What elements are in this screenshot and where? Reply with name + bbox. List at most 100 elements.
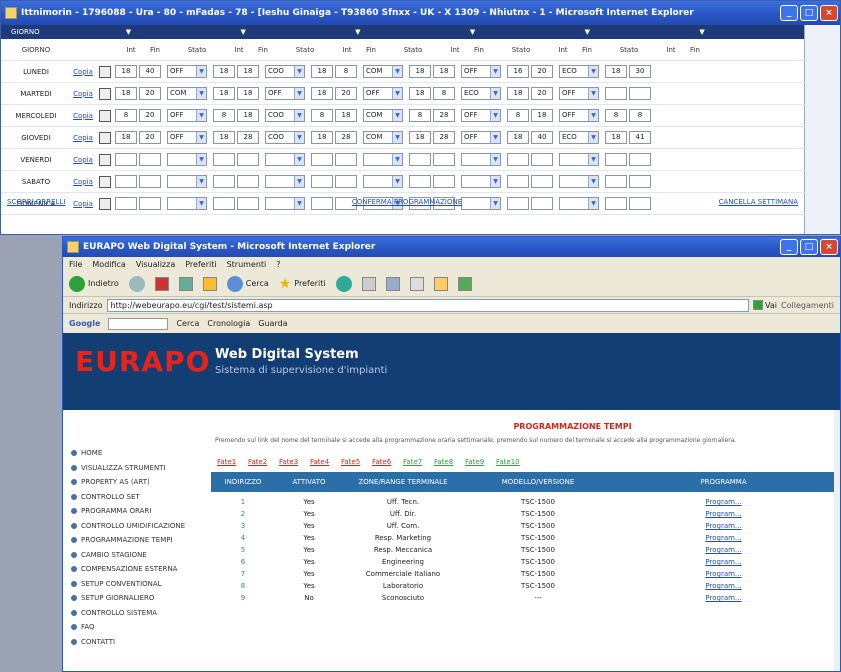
time-input[interactable]	[237, 153, 259, 166]
favorites-button[interactable]: ★ Preferiti	[279, 276, 326, 292]
menu-view[interactable]: Visualizza	[136, 260, 175, 269]
mode-select[interactable]: ▼	[363, 153, 403, 166]
mode-select[interactable]: OFF ▼	[265, 87, 305, 100]
time-input[interactable]: 18	[507, 87, 529, 100]
page-scrollbar[interactable]	[834, 410, 840, 671]
time-input[interactable]	[409, 175, 431, 188]
time-input[interactable]: 18	[213, 87, 235, 100]
nav-item[interactable]: CONTROLLO SET	[63, 490, 211, 505]
nav-item[interactable]: HOME	[63, 446, 211, 461]
google-search-input[interactable]	[108, 317, 169, 330]
program-link[interactable]: Program...	[705, 558, 741, 566]
time-input[interactable]	[335, 153, 357, 166]
nav-item[interactable]: SETUP GIORNALIERO	[63, 591, 211, 606]
mail-icon[interactable]	[385, 276, 400, 291]
time-input[interactable]: 8	[605, 109, 627, 122]
time-input[interactable]	[531, 153, 553, 166]
clear-week-link[interactable]: CANCELLA SETTIMANA	[567, 198, 806, 210]
nav-item[interactable]: CONTATTI	[63, 635, 211, 650]
links-label[interactable]: Collegamenti	[781, 301, 834, 310]
time-input[interactable]: 41	[629, 131, 651, 144]
time-input[interactable]: 18	[237, 109, 259, 122]
mode-select[interactable]: OFF ▼	[559, 87, 599, 100]
room-link[interactable]: Fate5	[341, 458, 372, 466]
time-input[interactable]: 20	[531, 65, 553, 78]
time-input[interactable]: 8	[311, 109, 333, 122]
nav-item[interactable]: PROPERTY AS (ART)	[63, 475, 211, 490]
minimize-button[interactable]: _	[780, 239, 798, 255]
google-search-button[interactable]: Cerca	[176, 319, 199, 328]
copy-link[interactable]: Copia	[71, 178, 95, 186]
paste-checkbox[interactable]	[99, 109, 111, 122]
time-input[interactable]	[409, 153, 431, 166]
time-input[interactable]: 20	[531, 87, 553, 100]
mode-select[interactable]: OFF ▼	[363, 87, 403, 100]
room-link[interactable]: Fate3	[279, 458, 310, 466]
time-input[interactable]	[629, 153, 651, 166]
time-input[interactable]: 28	[237, 131, 259, 144]
mode-select[interactable]: ▼	[265, 175, 305, 188]
time-input[interactable]	[507, 153, 529, 166]
mode-select[interactable]: ▼	[167, 153, 207, 166]
mode-select[interactable]: ▼	[265, 153, 305, 166]
google-watch-button[interactable]: Guarda	[258, 319, 287, 328]
time-input[interactable]	[237, 175, 259, 188]
room-link[interactable]: Fate4	[310, 458, 341, 466]
mode-select[interactable]: OFF ▼	[167, 131, 207, 144]
time-input[interactable]: 18	[311, 65, 333, 78]
mode-select[interactable]: OFF ▼	[461, 109, 501, 122]
time-input[interactable]	[311, 175, 333, 188]
time-input[interactable]: 18	[507, 131, 529, 144]
nav-item[interactable]: PROGRAMMAZIONE TEMPI	[63, 533, 211, 548]
time-input[interactable]: 18	[213, 131, 235, 144]
time-input[interactable]: 18	[605, 65, 627, 78]
program-link[interactable]: Program...	[705, 534, 741, 542]
room-link[interactable]: Fate1	[217, 458, 248, 466]
program-link[interactable]: Program...	[705, 582, 741, 590]
program-link[interactable]: Program...	[705, 522, 741, 530]
menu-tools[interactable]: Strumenti	[227, 260, 267, 269]
menu-help[interactable]: ?	[276, 260, 280, 269]
time-input[interactable]: 20	[335, 87, 357, 100]
nav-item[interactable]: SETUP CONVENTIONAL	[63, 577, 211, 592]
search-button[interactable]: Cerca	[226, 275, 269, 292]
scroll-link[interactable]: SCORRI ORRELLI	[7, 198, 247, 210]
mode-select[interactable]: ▼	[461, 153, 501, 166]
back-button[interactable]: Indietro	[69, 275, 119, 292]
nav-item[interactable]: PROGRAMMA ORARI	[63, 504, 211, 519]
mode-select[interactable]: ▼	[167, 175, 207, 188]
time-input[interactable]: 18	[335, 109, 357, 122]
google-history-button[interactable]: Cronologia	[207, 319, 250, 328]
time-input[interactable]: 8	[629, 109, 651, 122]
refresh-icon[interactable]	[178, 276, 193, 291]
time-input[interactable]: 18	[237, 87, 259, 100]
mode-select[interactable]: ▼	[559, 153, 599, 166]
time-input[interactable]	[115, 153, 137, 166]
paste-checkbox[interactable]	[99, 153, 111, 166]
time-input[interactable]	[531, 175, 553, 188]
program-link[interactable]: Program...	[705, 546, 741, 554]
mode-select[interactable]: COO ▼	[265, 65, 305, 78]
menu-file[interactable]: File	[69, 260, 82, 269]
close-button[interactable]: ×	[820, 239, 838, 255]
time-input[interactable]	[139, 153, 161, 166]
go-button[interactable]: Vai	[753, 300, 777, 310]
time-input[interactable]: 8	[115, 109, 137, 122]
menu-favorites[interactable]: Preferiti	[185, 260, 216, 269]
time-input[interactable]: 18	[237, 65, 259, 78]
minimize-button[interactable]: _	[780, 5, 798, 21]
time-input[interactable]: 8	[507, 109, 529, 122]
home-icon[interactable]	[202, 276, 217, 291]
paste-checkbox[interactable]	[99, 131, 111, 144]
time-input[interactable]	[507, 175, 529, 188]
time-input[interactable]	[311, 153, 333, 166]
mode-select[interactable]: OFF ▼	[461, 131, 501, 144]
time-input[interactable]	[335, 175, 357, 188]
maximize-button[interactable]: □	[800, 239, 818, 255]
paste-checkbox[interactable]	[99, 87, 111, 100]
time-input[interactable]: 8	[433, 87, 455, 100]
mode-select[interactable]: COO ▼	[265, 109, 305, 122]
nav-item[interactable]: CONTROLLO SISTEMA	[63, 606, 211, 621]
messenger-icon[interactable]	[457, 276, 472, 291]
time-input[interactable]: 40	[531, 131, 553, 144]
